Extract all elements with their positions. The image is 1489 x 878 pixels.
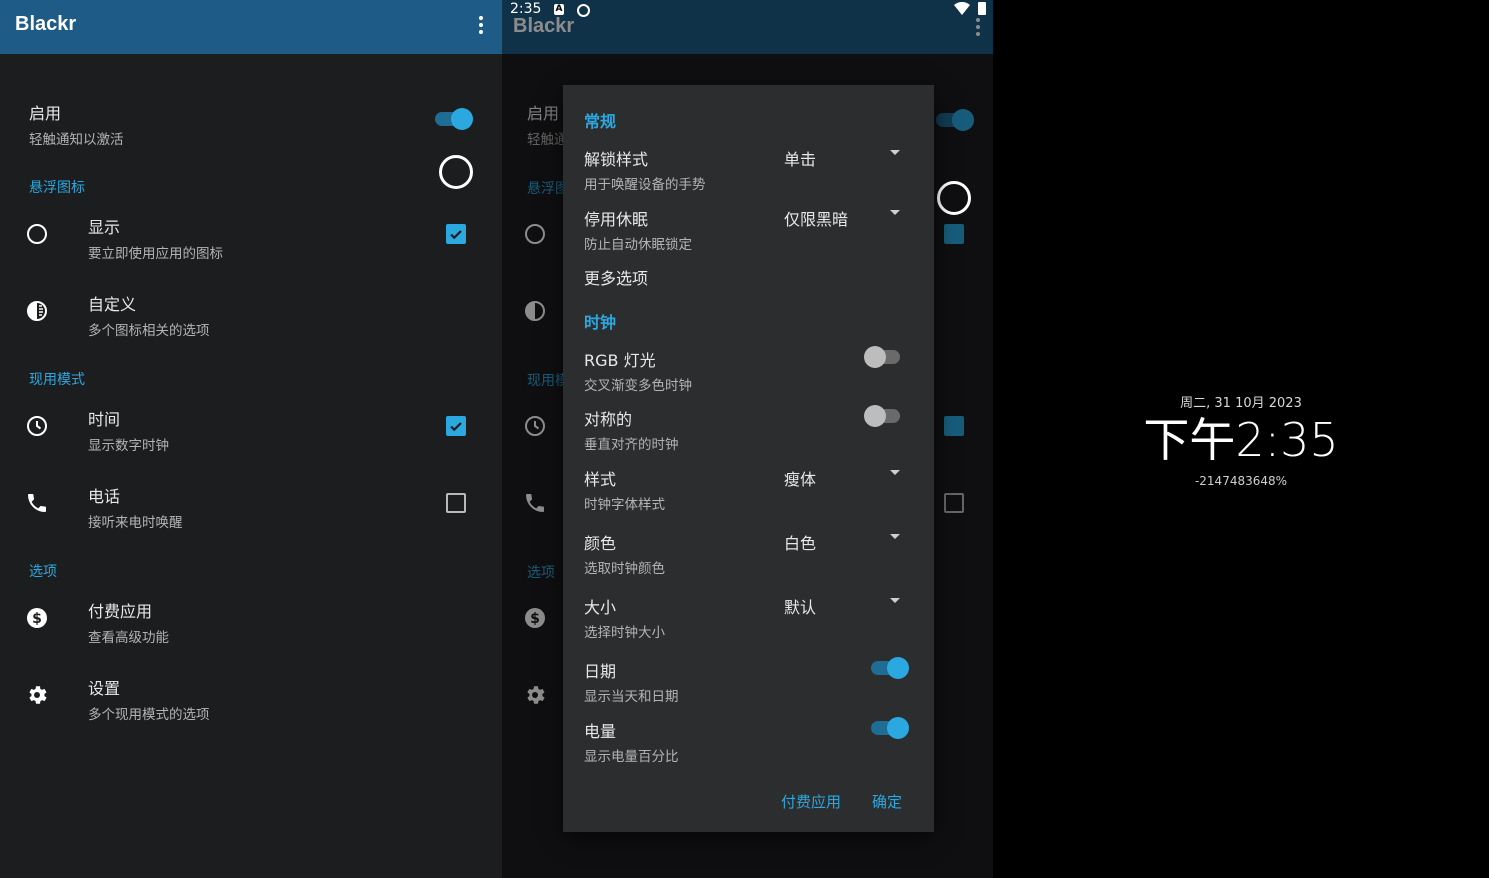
app-bar: Blackr (0, 0, 502, 54)
clock-time: 下午2:35 (993, 412, 1489, 468)
settings-screen: Blackr 启用 轻触通知以激活 悬浮图标 显示 要立即使用应用的图标 自定义… (0, 0, 502, 878)
size-title: 大小 (584, 598, 617, 617)
unlock-style-title: 解锁样式 (584, 150, 649, 169)
dialog-screen: Blackr 启用 轻触通知以激活 悬浮图标 现用模式 选项 $ 2:35 A … (502, 0, 993, 878)
paid-app-subtitle: 查看高级功能 (88, 630, 169, 646)
size-dropdown-icon[interactable] (890, 598, 900, 603)
enable-subtitle: 轻触通知以激活 (29, 132, 124, 148)
phone-subtitle: 接听来电时唤醒 (88, 515, 183, 531)
color-title: 颜色 (584, 534, 617, 553)
phone-icon (28, 494, 46, 512)
show-checkbox[interactable] (446, 224, 466, 244)
clock-settings-dialog: 常规 解锁样式 用于唤醒设备的手势 单击 停用休眠 防止自动休眠锁定 仅限黑暗 … (563, 85, 934, 832)
symmetric-subtitle: 垂直对齐的时钟 (584, 437, 679, 453)
style-subtitle: 时钟字体样式 (584, 497, 665, 513)
show-title: 显示 (88, 218, 121, 237)
floating-icon-preview[interactable] (937, 181, 971, 215)
wifi-icon (954, 2, 970, 15)
symmetric-switch[interactable] (864, 404, 904, 428)
clock-ampm: 下午 (1143, 413, 1236, 467)
time-checkbox[interactable] (446, 416, 466, 436)
rgb-subtitle: 交叉渐变多色时钟 (584, 378, 692, 394)
rgb-title: RGB 灯光 (584, 351, 656, 370)
svg-text:$: $ (32, 611, 42, 627)
date-switch[interactable] (869, 656, 909, 680)
notification-a-icon: A (554, 4, 564, 15)
enable-title: 启用 (29, 104, 62, 123)
style-value[interactable]: 瘦体 (784, 466, 816, 490)
dialog-section-clock: 时钟 (584, 313, 617, 332)
time-title: 时间 (88, 410, 121, 429)
color-value[interactable]: 白色 (784, 530, 816, 554)
dialog-section-general: 常规 (584, 112, 617, 131)
disable-sleep-subtitle: 防止自动休眠锁定 (584, 237, 692, 253)
more-options-label: 更多选项 (584, 269, 649, 288)
style-title: 样式 (584, 470, 617, 489)
color-subtitle: 选取时钟颜色 (584, 561, 665, 577)
disable-sleep-value[interactable]: 仅限黑暗 (784, 206, 848, 230)
section-floating-icon: 悬浮图标 (29, 180, 85, 196)
clock-screen[interactable]: 周二, 31 10月 2023 下午2:35 -2147483648% (993, 0, 1489, 878)
phone-checkbox[interactable] (446, 493, 466, 513)
clock-icon (27, 416, 47, 436)
phone-title: 电话 (88, 487, 121, 506)
gear-icon (29, 686, 47, 704)
size-value[interactable]: 默认 (784, 594, 816, 618)
disable-sleep-dropdown-icon[interactable] (890, 210, 900, 215)
overflow-menu-icon[interactable] (479, 16, 483, 37)
date-subtitle: 显示当天和日期 (584, 689, 679, 705)
section-active-mode: 现用模式 (29, 372, 85, 388)
section-options: 选项 (29, 564, 57, 580)
disable-sleep-title: 停用休眠 (584, 210, 649, 229)
settings-title: 设置 (88, 679, 121, 698)
unlock-style-subtitle: 用于唤醒设备的手势 (584, 177, 706, 193)
contrast-icon (27, 301, 47, 321)
symmetric-title: 对称的 (584, 410, 633, 429)
enable-switch[interactable] (433, 107, 473, 131)
custom-subtitle: 多个图标相关的选项 (88, 323, 210, 339)
battery-switch[interactable] (869, 716, 909, 740)
settings-subtitle: 多个现用模式的选项 (88, 707, 210, 723)
clock-date: 周二, 31 10月 2023 (1180, 396, 1302, 411)
paid-app-title: 付费应用 (88, 602, 153, 621)
time-subtitle: 显示数字时钟 (88, 438, 169, 454)
app-title: Blackr (15, 13, 77, 35)
ok-button[interactable]: 确定 (872, 791, 902, 812)
battery-subtitle: 显示电量百分比 (584, 749, 679, 765)
color-dropdown-icon[interactable] (890, 534, 900, 539)
circle-outline-icon (27, 224, 47, 244)
show-subtitle: 要立即使用应用的图标 (88, 246, 223, 262)
style-dropdown-icon[interactable] (890, 470, 900, 475)
custom-title: 自定义 (88, 295, 137, 314)
status-time: 2:35 (510, 1, 542, 17)
paid-app-button[interactable]: 付费应用 (781, 791, 841, 812)
battery-title: 电量 (584, 722, 617, 741)
rgb-switch[interactable] (864, 345, 904, 369)
date-title: 日期 (584, 662, 617, 681)
unlock-style-value[interactable]: 单击 (784, 146, 816, 170)
notification-circle-icon (577, 4, 590, 17)
clock-battery: -2147483648% (1194, 474, 1288, 488)
floating-icon-preview[interactable] (439, 155, 473, 189)
clock-digits: 2:35 (1235, 413, 1339, 467)
unlock-style-dropdown-icon[interactable] (890, 150, 900, 155)
size-subtitle: 选择时钟大小 (584, 625, 665, 641)
dollar-icon: $ (27, 608, 47, 628)
battery-icon (978, 2, 986, 15)
status-bar: 2:35 A (502, 0, 993, 20)
